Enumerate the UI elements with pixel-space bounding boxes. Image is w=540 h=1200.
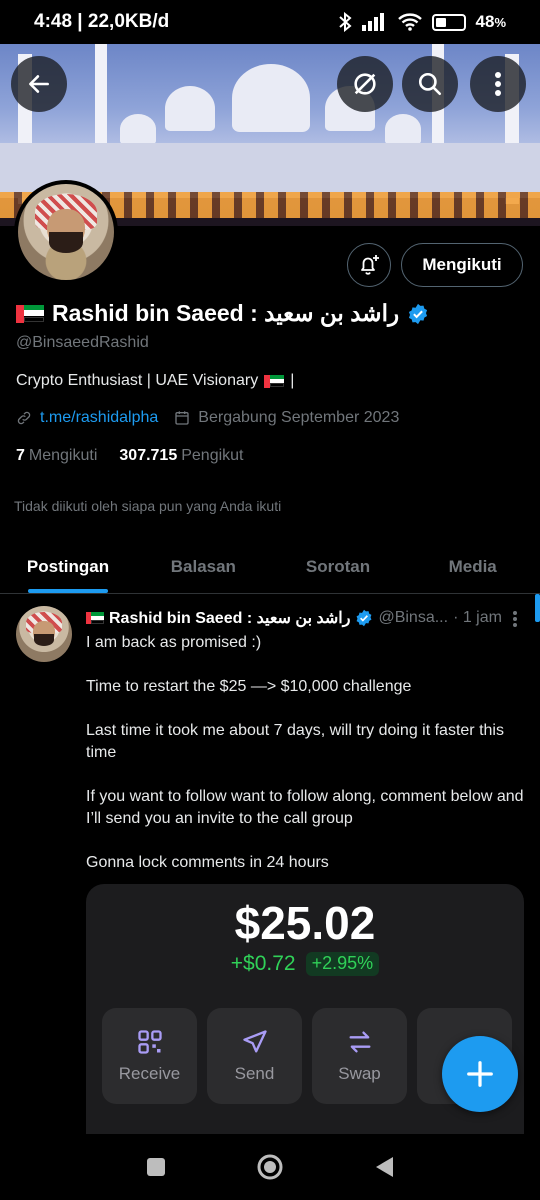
following-button[interactable]: Mengikuti [401,243,523,287]
signal-icon [361,13,384,31]
bio-suffix: | [290,372,295,389]
wallet-swap-action: Swap [312,1008,407,1104]
bluetooth-icon [338,12,352,32]
joined-date: Bergabung September 2023 [198,409,400,426]
post-author-handle: @Binsa... [378,609,449,626]
tab-replies[interactable]: Balasan [136,540,271,593]
calendar-icon [175,411,189,425]
send-icon [242,1030,267,1053]
followers-label: Pengikut [181,447,244,464]
post-line: If you want to follow want to follow alo… [86,788,524,827]
dome [165,86,215,131]
qr-code-icon [137,1030,162,1054]
dome [120,114,156,144]
verified-badge-icon [357,609,372,627]
battery-unit: % [494,15,506,30]
following-count: 7 [16,447,25,464]
link-icon [17,411,31,425]
avatar-image [18,184,114,280]
wallet-balance: $25.02 [234,897,376,949]
wallet-change-percent: +2.95% [305,952,380,976]
wallet-change-row: +$0.72 +2.95% [86,952,524,976]
profile-avatar[interactable] [14,180,118,284]
bio-text: Crypto Enthusiast | UAE Visionary [16,372,259,389]
verified-badge-icon [409,303,428,324]
profile-bio: Crypto Enthusiast | UAE Visionary | [16,372,294,390]
post-line: Time to restart the $25 —> $10,000 chall… [86,678,412,695]
profile-handle: @BinsaeedRashid [16,334,149,351]
post-author-name[interactable]: Rashid bin Saeed : راشد بن سعيد [109,608,350,628]
status-bar: 4:48 | 22,0KB/d 48% [0,0,540,44]
notification-bell-button[interactable] [347,243,391,287]
avatar-beard [48,232,84,254]
wallet-receive-action: Receive [102,1008,197,1104]
post-time: · 1 jam [453,609,502,626]
status-icons: 48% [338,12,506,32]
more-options-button[interactable] [470,56,526,112]
uae-flag-icon [86,612,104,624]
battery-level [435,17,446,27]
search-icon [418,72,442,96]
compose-post-button[interactable] [442,1036,518,1112]
search-button[interactable] [402,56,458,112]
eye-off-icon [354,73,376,95]
mutual-followers-note: Tidak diikuti oleh siapa pun yang Anda i… [14,498,282,514]
back-button[interactable] [11,56,67,112]
following-label: Mengikuti [28,447,98,464]
more-vertical-icon [495,72,501,96]
tab-media[interactable]: Media [405,540,540,593]
recent-apps-icon[interactable] [145,1156,167,1178]
followers-count: 307.715 [119,447,178,464]
profile-tabs: Postingan Balasan Sorotan Media [0,540,540,594]
post-line: Gonna lock comments in 24 hours [86,854,329,871]
following-count-link[interactable]: 7 Mengikuti [16,447,97,465]
battery-percent: 48 [475,12,495,31]
system-nav-bar [0,1134,540,1200]
home-icon[interactable] [256,1153,284,1181]
main-dome [232,64,310,132]
battery-icon [431,13,466,31]
receive-label: Receive [118,1064,181,1083]
follow-counts: 7 Mengikuti 307.715 Pengikut [16,447,244,465]
swap-label: Swap [338,1064,381,1083]
post-line: I am back as promised :) [86,634,262,651]
status-time: 4:48 | 22,0KB/d [34,11,170,32]
battery-text: 48% [476,12,506,32]
send-label: Send [234,1064,275,1083]
uae-flag-icon [264,374,285,388]
back-arrow-icon [29,75,49,93]
wallet-send-action: Send [207,1008,302,1104]
post-line: Last time it took me about 7 days, will … [86,722,504,761]
tab-highlights[interactable]: Sorotan [271,540,406,593]
back-triangle-icon[interactable] [373,1155,395,1179]
profile-meta: t.me/rashidalpha Bergabung September 202… [16,409,399,427]
profile-name: Rashid bin Saeed : راشد بن سعيد [52,300,400,326]
plus-icon [467,1061,493,1087]
dome [385,114,421,144]
post-more-icon[interactable] [512,610,518,628]
profile-link[interactable]: t.me/rashidalpha [40,409,158,427]
avatar-beard [33,634,55,647]
swap-icon [349,1031,370,1053]
tab-posts[interactable]: Postingan [0,540,136,593]
post-header: Rashid bin Saeed : راشد بن سعيد @Binsa..… [86,608,526,628]
followers-count-link[interactable]: 307.715 Pengikut [119,447,243,465]
wallet-change: +$0.72 [230,952,296,975]
uae-flag-icon [16,304,44,323]
post-body: I am back as promised :) Time to restart… [86,632,526,896]
mute-eye-button[interactable] [337,56,393,112]
wifi-icon [397,13,422,31]
bell-plus-icon [361,255,379,275]
post-avatar[interactable] [16,606,72,662]
profile-name-row: Rashid bin Saeed : راشد بن سعيد [16,300,429,327]
